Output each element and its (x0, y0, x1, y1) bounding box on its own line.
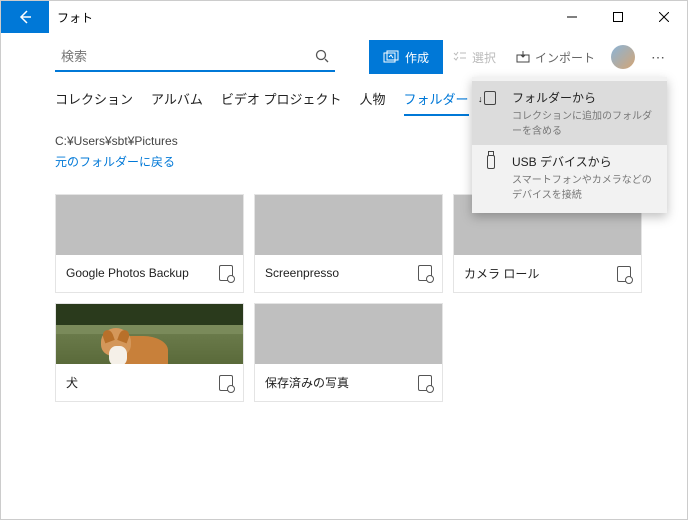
dropdown-item-title: フォルダーから (512, 89, 655, 106)
folder-card[interactable]: 犬 (55, 303, 244, 402)
folder-icon (219, 375, 233, 391)
select-button: 選択 (443, 40, 506, 74)
folder-thumbnail (56, 304, 243, 364)
minimize-button[interactable] (549, 1, 595, 33)
folder-icon (418, 265, 432, 281)
folder-thumbnail (255, 304, 442, 364)
search-box[interactable] (55, 42, 335, 72)
maximize-button[interactable] (595, 1, 641, 33)
titlebar: フォト (1, 1, 687, 33)
usb-icon (484, 155, 500, 171)
arrow-left-icon (17, 9, 33, 25)
more-button[interactable]: ⋯ (641, 40, 675, 74)
tab-collection[interactable]: コレクション (55, 89, 133, 116)
import-from-folder[interactable]: フォルダーから コレクションに追加のフォルダーを含める (472, 81, 667, 145)
tab-album[interactable]: アルバム (151, 89, 203, 116)
folder-name: 保存済みの写真 (265, 374, 418, 391)
folder-add-icon (484, 91, 500, 107)
tab-people[interactable]: 人物 (360, 89, 386, 116)
create-label: 作成 (405, 49, 429, 66)
folder-name: Google Photos Backup (66, 266, 219, 280)
import-dropdown: フォルダーから コレクションに追加のフォルダーを含める USB デバイスから ス… (472, 77, 667, 213)
folder-grid: Google Photos Backup Screenpresso カメラ ロー… (55, 194, 675, 402)
folder-thumbnail (56, 195, 243, 255)
select-label: 選択 (472, 49, 496, 66)
import-icon (516, 51, 530, 63)
more-icon: ⋯ (651, 49, 665, 66)
create-icon (383, 50, 399, 64)
folder-name: Screenpresso (265, 266, 418, 280)
import-label: インポート (535, 49, 595, 66)
folder-icon (219, 265, 233, 281)
tab-video-project[interactable]: ビデオ プロジェクト (221, 89, 342, 116)
folder-card[interactable]: Google Photos Backup (55, 194, 244, 293)
dropdown-item-title: USB デバイスから (512, 153, 655, 170)
window-controls (549, 1, 687, 33)
folder-name: 犬 (66, 374, 219, 391)
search-icon (315, 49, 329, 63)
tab-folder[interactable]: フォルダー (404, 89, 469, 116)
select-icon (453, 51, 467, 63)
dropdown-item-subtitle: コレクションに追加のフォルダーを含める (512, 107, 655, 137)
user-avatar[interactable] (611, 45, 635, 69)
back-button[interactable] (1, 1, 49, 33)
import-button[interactable]: インポート (506, 40, 605, 74)
folder-icon (617, 266, 631, 282)
create-button[interactable]: 作成 (369, 40, 443, 74)
app-title: フォト (49, 9, 549, 26)
folder-thumbnail (255, 195, 442, 255)
toolbar: 作成 選択 インポート ⋯ (1, 33, 687, 81)
folder-card[interactable]: Screenpresso (254, 194, 443, 293)
dropdown-item-subtitle: スマートフォンやカメラなどのデバイスを接続 (512, 171, 655, 201)
import-from-usb[interactable]: USB デバイスから スマートフォンやカメラなどのデバイスを接続 (472, 145, 667, 209)
search-input[interactable] (61, 49, 315, 64)
folder-name: カメラ ロール (464, 265, 617, 282)
close-button[interactable] (641, 1, 687, 33)
folder-icon (418, 375, 432, 391)
folder-card[interactable]: 保存済みの写真 (254, 303, 443, 402)
